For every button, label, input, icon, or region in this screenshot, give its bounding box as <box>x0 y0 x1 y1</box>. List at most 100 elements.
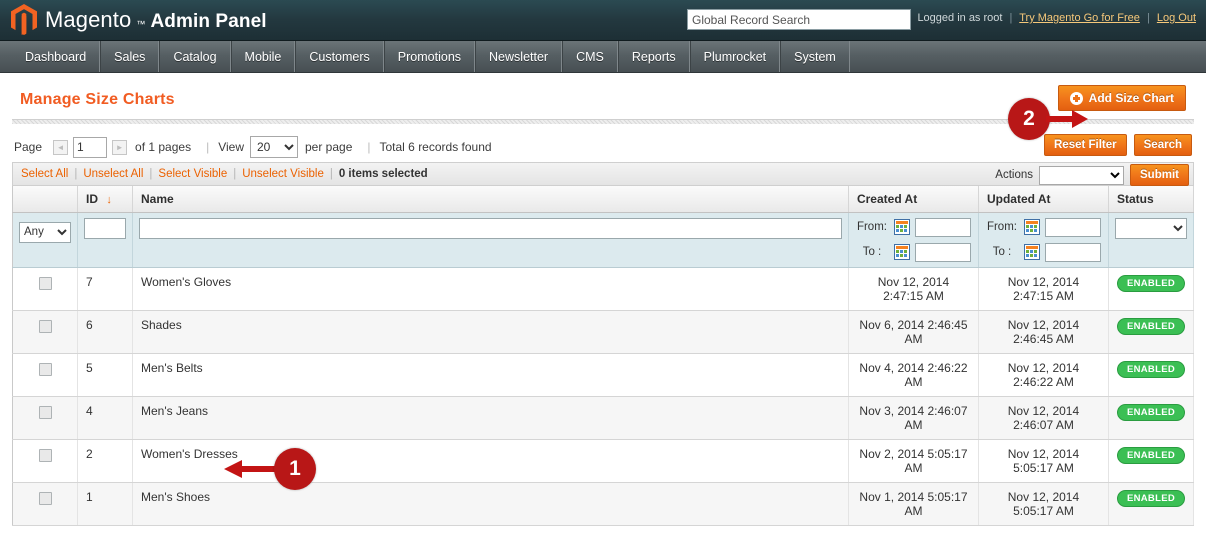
status-badge: ENABLED <box>1116 274 1185 292</box>
row-checkbox-cell[interactable] <box>12 482 78 526</box>
prev-page-button[interactable]: ◄ <box>53 139 69 155</box>
row-status-cell: ENABLED <box>1108 482 1195 526</box>
created-from-label: From: <box>856 221 887 233</box>
nav-item-catalog[interactable]: Catalog <box>159 41 231 72</box>
plus-icon <box>1069 91 1083 105</box>
select-all-link[interactable]: Select All <box>21 168 68 180</box>
filter-id-cell <box>77 212 133 268</box>
filter-name-input[interactable] <box>139 217 842 239</box>
filter-created-to-input[interactable] <box>914 242 971 262</box>
row-id: 1 <box>77 482 133 526</box>
status-badge: ENABLED <box>1116 403 1185 421</box>
per-page-select[interactable]: 203050100200 <box>250 136 298 158</box>
updated-to-line: To : <box>985 242 1102 262</box>
calendar-icon[interactable] <box>1023 244 1040 260</box>
try-magento-go-link[interactable]: Try Magento Go for Free <box>1019 12 1140 24</box>
table-row[interactable]: 1 Men's Shoes Nov 1, 2014 5:05:17 AM Nov 12… <box>12 482 1195 526</box>
actions-select[interactable] <box>1039 165 1125 185</box>
header-updated-at-col[interactable]: Updated At <box>978 186 1109 213</box>
nav-item-customers[interactable]: Customers <box>295 41 384 72</box>
nav-item-cms[interactable]: CMS <box>562 41 618 72</box>
row-id: 4 <box>77 396 133 440</box>
filter-checkbox-select[interactable]: AnyYesNo <box>19 221 71 243</box>
calendar-icon[interactable] <box>1023 219 1040 235</box>
header-status-col[interactable]: Status <box>1108 186 1195 213</box>
table-row[interactable]: 7 Women's Gloves Nov 12, 2014 2:47:15 AM No… <box>12 267 1195 311</box>
header-created-at-col[interactable]: Created At <box>848 186 979 213</box>
row-checkbox[interactable] <box>38 448 52 462</box>
calendar-icon[interactable] <box>893 244 910 260</box>
filter-updated-to-input[interactable] <box>1044 242 1101 262</box>
grid-header-row: ID ↓ Name Created At Updated At Status <box>12 186 1195 213</box>
select-visible-link[interactable]: Select Visible <box>158 168 227 180</box>
row-checkbox-cell[interactable] <box>12 353 78 397</box>
unselect-all-link[interactable]: Unselect All <box>83 168 143 180</box>
updated-to-label: To : <box>992 246 1012 258</box>
nav-item-mobile[interactable]: Mobile <box>230 41 296 72</box>
header-id-label: ID <box>86 191 98 206</box>
unselect-visible-link[interactable]: Unselect Visible <box>242 168 324 180</box>
page-number-input[interactable] <box>73 136 108 158</box>
items-selected-count: 0 items selected <box>338 168 428 180</box>
row-checkbox-cell[interactable] <box>12 310 78 354</box>
table-row[interactable]: 5 Men's Belts Nov 4, 2014 2:46:22 AM Nov 12… <box>12 353 1195 397</box>
nav-item-newsletter[interactable]: Newsletter <box>475 41 563 72</box>
status-badge: ENABLED <box>1116 317 1185 335</box>
row-checkbox[interactable] <box>38 319 52 333</box>
nav-item-plumrocket[interactable]: Plumrocket <box>689 41 781 72</box>
ma-sep-4: | <box>329 168 333 180</box>
header-name-col[interactable]: Name <box>132 186 849 213</box>
filter-status-select[interactable]: EnabledDisabled <box>1114 217 1187 239</box>
row-updated-at: Nov 12, 2014 5:05:17 AM <box>978 482 1109 526</box>
row-checkbox-cell[interactable] <box>12 396 78 440</box>
row-created-at: Nov 4, 2014 2:46:22 AM <box>848 353 979 397</box>
row-status-cell: ENABLED <box>1108 439 1195 483</box>
status-badge: ENABLED <box>1116 360 1185 378</box>
row-checkbox[interactable] <box>38 276 52 290</box>
submit-button[interactable]: Submit <box>1130 164 1189 186</box>
magento-logo[interactable]: Magento ™ Admin Panel <box>10 4 267 35</box>
filter-created-from-input[interactable] <box>914 217 971 237</box>
header-links: Logged in as root | Try Magento Go for F… <box>917 12 1196 24</box>
header-id-col[interactable]: ID ↓ <box>77 186 133 213</box>
filter-id-input[interactable] <box>84 217 126 239</box>
nav-item-sales[interactable]: Sales <box>100 41 160 72</box>
grid-head: ID ↓ Name Created At Updated At Status A… <box>12 186 1195 268</box>
row-checkbox[interactable] <box>38 405 52 419</box>
row-name: Men's Belts <box>132 353 849 397</box>
row-status-cell: ENABLED <box>1108 353 1195 397</box>
row-checkbox-cell[interactable] <box>12 439 78 483</box>
sort-desc-icon: ↓ <box>106 193 112 206</box>
add-size-chart-button[interactable]: Add Size Chart <box>1057 85 1186 111</box>
row-id: 5 <box>77 353 133 397</box>
next-page-button[interactable]: ► <box>112 139 128 155</box>
table-row[interactable]: 6 Shades Nov 6, 2014 2:46:45 AM Nov 12, 201… <box>12 310 1195 354</box>
row-status-cell: ENABLED <box>1108 310 1195 354</box>
calendar-icon[interactable] <box>893 219 910 235</box>
header-sep-2: | <box>1146 12 1150 24</box>
row-checkbox[interactable] <box>38 362 52 376</box>
table-row[interactable]: 2 Women's Dresses Nov 2, 2014 5:05:17 AM No… <box>12 439 1195 483</box>
log-out-link[interactable]: Log Out <box>1157 12 1196 24</box>
pager-divider-2: | <box>367 140 371 154</box>
grid-body: 7 Women's Gloves Nov 12, 2014 2:47:15 AM No… <box>12 267 1195 526</box>
row-name: Men's Jeans <box>132 396 849 440</box>
global-header: Magento ™ Admin Panel Logged in as root |… <box>0 0 1206 41</box>
row-checkbox-cell[interactable] <box>12 267 78 311</box>
header-checkbox-col <box>12 186 78 213</box>
global-search-input[interactable] <box>687 9 911 30</box>
search-button[interactable]: Search <box>1133 134 1192 156</box>
table-row[interactable]: 4 Men's Jeans Nov 3, 2014 2:46:07 AM Nov 12… <box>12 396 1195 440</box>
reset-filter-button[interactable]: Reset Filter <box>1044 134 1127 156</box>
row-checkbox[interactable] <box>38 491 52 505</box>
row-name: Shades <box>132 310 849 354</box>
nav-item-promotions[interactable]: Promotions <box>383 41 476 72</box>
row-created-at: Nov 12, 2014 2:47:15 AM <box>848 267 979 311</box>
nav-item-reports[interactable]: Reports <box>617 41 690 72</box>
logo-text-magento: Magento <box>45 6 132 32</box>
nav-item-system[interactable]: System <box>780 41 850 72</box>
status-badge: ENABLED <box>1116 446 1185 464</box>
nav-item-dashboard[interactable]: Dashboard <box>12 41 101 72</box>
grid-filter-row: AnyYesNo From: <box>12 212 1195 268</box>
filter-updated-from-input[interactable] <box>1044 217 1101 237</box>
